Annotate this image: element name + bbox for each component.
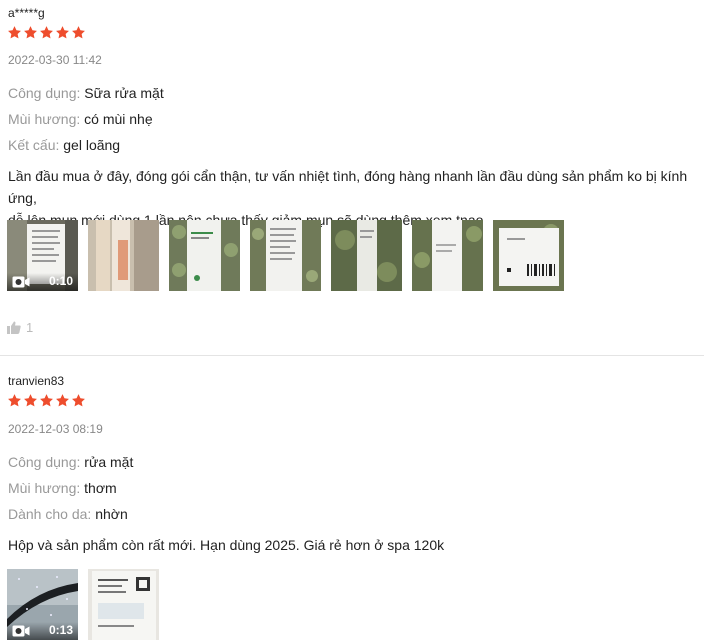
- review-photo-thumbnail[interactable]: [493, 220, 564, 291]
- product-photo: [250, 220, 321, 291]
- attribute-value: gel loãng: [63, 137, 121, 153]
- video-duration: 0:10: [48, 274, 73, 288]
- thumbs-up-icon: [7, 321, 21, 334]
- rating-stars: [7, 393, 86, 408]
- review-photo-thumbnail[interactable]: [412, 220, 483, 291]
- review-item: a*****g 2022-03-30 11:42 Công dụng: Sữa …: [0, 0, 704, 355]
- product-photo: [412, 220, 483, 291]
- attribute-label: Kết cấu:: [8, 137, 60, 153]
- review-photo-thumbnail[interactable]: [88, 569, 159, 640]
- review-attribute: Mùi hương: có mùi nhẹ: [8, 111, 153, 127]
- star-icon: [71, 25, 86, 40]
- product-photo: [331, 220, 402, 291]
- star-icon: [39, 393, 54, 408]
- attribute-value: rửa mặt: [84, 454, 134, 470]
- review-media-list: 0:10: [7, 220, 564, 291]
- review-attribute: Dành cho da: nhờn: [8, 506, 128, 522]
- attribute-label: Công dụng:: [8, 85, 81, 101]
- review-media-list: 0:13: [7, 569, 159, 640]
- rating-stars: [7, 25, 86, 40]
- review-attribute: Mùi hương: thơm: [8, 480, 117, 496]
- review-video-thumbnail[interactable]: 0:13: [7, 569, 78, 640]
- attribute-label: Mùi hương:: [8, 111, 81, 127]
- like-button[interactable]: 1: [7, 320, 33, 335]
- star-icon: [7, 25, 22, 40]
- star-icon: [71, 393, 86, 408]
- review-timestamp: 2022-12-03 08:19: [8, 422, 103, 436]
- review-attribute: Kết cấu: gel loãng: [8, 137, 120, 153]
- review-video-thumbnail[interactable]: 0:10: [7, 220, 78, 291]
- attribute-label: Dành cho da:: [8, 506, 92, 522]
- video-camera-icon: [12, 625, 30, 637]
- star-icon: [55, 25, 70, 40]
- product-photo: [169, 220, 240, 291]
- star-icon: [7, 393, 22, 408]
- review-photo-thumbnail[interactable]: [88, 220, 159, 291]
- review-attribute: Công dụng: Sữa rửa mặt: [8, 85, 164, 101]
- like-count: 1: [26, 320, 34, 335]
- review-attribute: Công dụng: rửa mặt: [8, 454, 133, 470]
- attribute-value: Sữa rửa mặt: [84, 85, 164, 101]
- reviewer-username[interactable]: tranvien83: [8, 374, 64, 388]
- star-icon: [55, 393, 70, 408]
- review-item: tranvien83 2022-12-03 08:19 Công dụng: r…: [0, 356, 704, 640]
- star-icon: [39, 25, 54, 40]
- attribute-value: thơm: [84, 480, 117, 496]
- star-icon: [23, 393, 38, 408]
- product-photo: [88, 220, 159, 291]
- review-photo-thumbnail[interactable]: [169, 220, 240, 291]
- review-timestamp: 2022-03-30 11:42: [8, 53, 102, 67]
- review-comment: Hộp và sản phẩm còn rất mới. Hạn dùng 20…: [8, 534, 700, 556]
- video-duration: 0:13: [48, 623, 73, 637]
- reviewer-username[interactable]: a*****g: [8, 6, 45, 20]
- attribute-value: có mùi nhẹ: [84, 111, 153, 127]
- video-camera-icon: [12, 276, 30, 288]
- comment-line: Lần đầu mua ở đây, đóng gói cẩn thận, tư…: [8, 168, 688, 206]
- comment-line: Hộp và sản phẩm còn rất mới. Hạn dùng 20…: [8, 537, 445, 553]
- review-photo-thumbnail[interactable]: [250, 220, 321, 291]
- attribute-value: nhờn: [95, 506, 128, 522]
- attribute-label: Công dụng:: [8, 454, 81, 470]
- attribute-label: Mùi hương:: [8, 480, 81, 496]
- star-icon: [23, 25, 38, 40]
- review-photo-thumbnail[interactable]: [331, 220, 402, 291]
- product-photo: [88, 569, 159, 640]
- product-photo: [493, 220, 564, 291]
